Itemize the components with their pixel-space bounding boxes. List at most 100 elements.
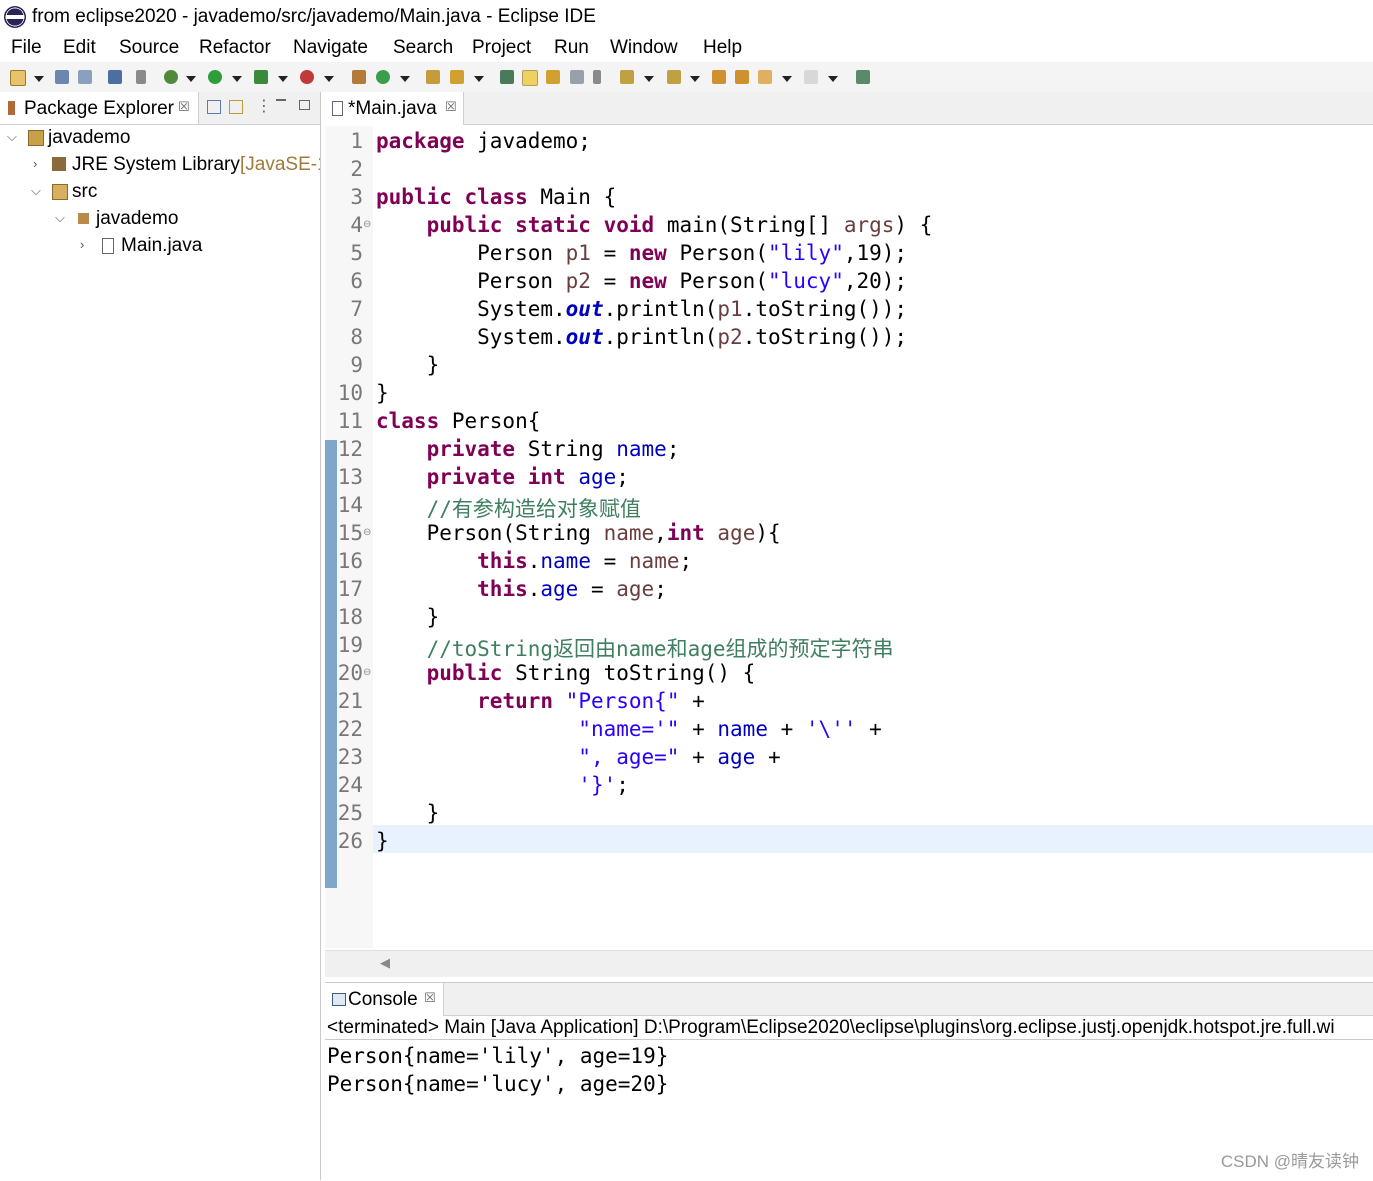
code-line: } — [376, 801, 440, 825]
code-token: args — [843, 213, 895, 237]
terminal-icon[interactable] — [108, 70, 122, 84]
forward-dropdown-icon[interactable] — [828, 76, 838, 82]
menu-help[interactable]: Help — [703, 37, 742, 59]
mark-occurrences-icon[interactable] — [522, 70, 538, 86]
console-tab[interactable]: Console ☒ — [325, 983, 444, 1016]
new-java-class-icon[interactable] — [376, 70, 390, 84]
menu-file[interactable]: File — [11, 37, 42, 59]
menu-search[interactable]: Search — [393, 37, 453, 59]
back-icon[interactable] — [758, 70, 772, 84]
project-folder-icon — [28, 130, 44, 146]
previous-annotation-icon[interactable] — [667, 70, 681, 84]
code-token: Person — [376, 269, 566, 293]
debug-dropdown-icon[interactable] — [186, 76, 196, 82]
scroll-left-icon[interactable]: ◀ — [380, 955, 390, 971]
new-dropdown-icon[interactable] — [34, 76, 44, 82]
open-type-icon[interactable] — [426, 70, 440, 84]
show-whitespace-icon[interactable] — [593, 70, 601, 84]
code-token: out — [565, 297, 604, 321]
close-icon[interactable]: ☒ — [178, 99, 190, 115]
next-annotation-icon[interactable] — [620, 70, 634, 84]
forward-edit-icon[interactable] — [735, 70, 749, 84]
collapse-all-icon[interactable] — [207, 100, 221, 114]
search-icon[interactable] — [450, 70, 464, 84]
code-line: } — [376, 381, 389, 405]
word-wrap-icon[interactable] — [546, 70, 560, 84]
tree-item-file[interactable]: › Main.java — [0, 233, 320, 259]
tree-item-src[interactable]: ⌵ src — [0, 179, 320, 205]
menu-refactor[interactable]: Refactor — [199, 37, 271, 59]
code-token: "lucy" — [767, 269, 844, 293]
skip-breakpoints-icon[interactable] — [136, 70, 146, 84]
next-annotation-dropdown-icon[interactable] — [644, 76, 654, 82]
menu-run[interactable]: Run — [554, 37, 589, 59]
minimize-icon[interactable] — [276, 99, 286, 101]
link-with-editor-icon[interactable] — [229, 100, 243, 114]
code-token: String toString() { — [502, 661, 756, 685]
debug-icon[interactable] — [164, 70, 178, 84]
new-class-dropdown-icon[interactable] — [400, 76, 410, 82]
annotation-icon[interactable] — [500, 70, 514, 84]
package-explorer-tab[interactable]: Package Explorer ☒ — [0, 92, 199, 124]
chevron-right-icon[interactable]: › — [80, 237, 84, 252]
view-menu-icon[interactable]: ⋮ — [256, 96, 272, 116]
open-perspective-icon[interactable] — [856, 70, 870, 84]
tree-item-jre[interactable]: › JRE System Library [JavaSE-1 — [0, 152, 320, 178]
code-token: } — [376, 381, 389, 405]
search-dropdown-icon[interactable] — [474, 76, 484, 82]
code-token: Person( — [666, 269, 768, 293]
code-token: p2 — [717, 325, 743, 349]
code-line: Person(String name,int age){ — [376, 521, 781, 545]
new-java-package-icon[interactable] — [352, 70, 366, 84]
code-token: name — [540, 549, 591, 573]
tree-item-package[interactable]: ⌵ javademo — [0, 206, 320, 232]
run-icon[interactable] — [208, 70, 222, 84]
console-tab-bar: Console ☒ — [325, 983, 1373, 1016]
last-edit-icon[interactable] — [712, 70, 726, 84]
block-selection-icon[interactable] — [570, 70, 584, 84]
code-area[interactable]: package javademo; public class Main { pub… — [325, 92, 1373, 948]
tree-item-project[interactable]: ⌵ javademo — [0, 125, 320, 151]
menu-source[interactable]: Source — [119, 37, 179, 59]
chevron-down-icon[interactable]: ⌵ — [55, 210, 65, 226]
external-tools-dropdown-icon[interactable] — [324, 76, 334, 82]
watermark: CSDN @晴友读钟 — [1220, 1152, 1359, 1171]
external-tools-icon[interactable] — [300, 70, 314, 84]
code-line: } — [376, 353, 440, 377]
back-dropdown-icon[interactable] — [782, 76, 792, 82]
chevron-right-icon[interactable]: › — [33, 156, 37, 171]
run-dropdown-icon[interactable] — [232, 76, 242, 82]
coverage-icon[interactable] — [254, 70, 268, 84]
menu-edit[interactable]: Edit — [63, 37, 96, 59]
menu-navigate[interactable]: Navigate — [293, 37, 368, 59]
code-token: + — [767, 717, 806, 741]
coverage-dropdown-icon[interactable] — [278, 76, 288, 82]
forward-icon[interactable] — [804, 70, 818, 84]
previous-annotation-dropdown-icon[interactable] — [690, 76, 700, 82]
menu-window[interactable]: Window — [610, 37, 678, 59]
code-token: void — [603, 213, 655, 237]
close-icon[interactable]: ☒ — [424, 990, 436, 1006]
save-all-icon[interactable] — [78, 70, 92, 84]
code-token: ; — [666, 437, 680, 461]
menu-project[interactable]: Project — [472, 37, 531, 59]
code-token: + — [679, 689, 705, 713]
tree-item-label: javademo — [48, 127, 131, 148]
new-icon[interactable] — [10, 70, 26, 86]
code-token: .println( — [603, 297, 718, 321]
chevron-down-icon[interactable]: ⌵ — [7, 129, 17, 145]
code-token: //有参构造给对象赋值 — [376, 497, 641, 521]
horizontal-scrollbar[interactable]: ◀ — [325, 950, 1373, 977]
code-line: private String name; — [376, 437, 680, 461]
chevron-down-icon[interactable]: ⌵ — [31, 183, 41, 199]
package-explorer-tab-label: Package Explorer — [24, 98, 174, 119]
code-line: //toString返回由name和age组成的预定字符串 — [376, 633, 894, 663]
save-icon[interactable] — [55, 70, 69, 84]
maximize-icon[interactable] — [299, 100, 310, 110]
code-token: age — [717, 745, 756, 769]
